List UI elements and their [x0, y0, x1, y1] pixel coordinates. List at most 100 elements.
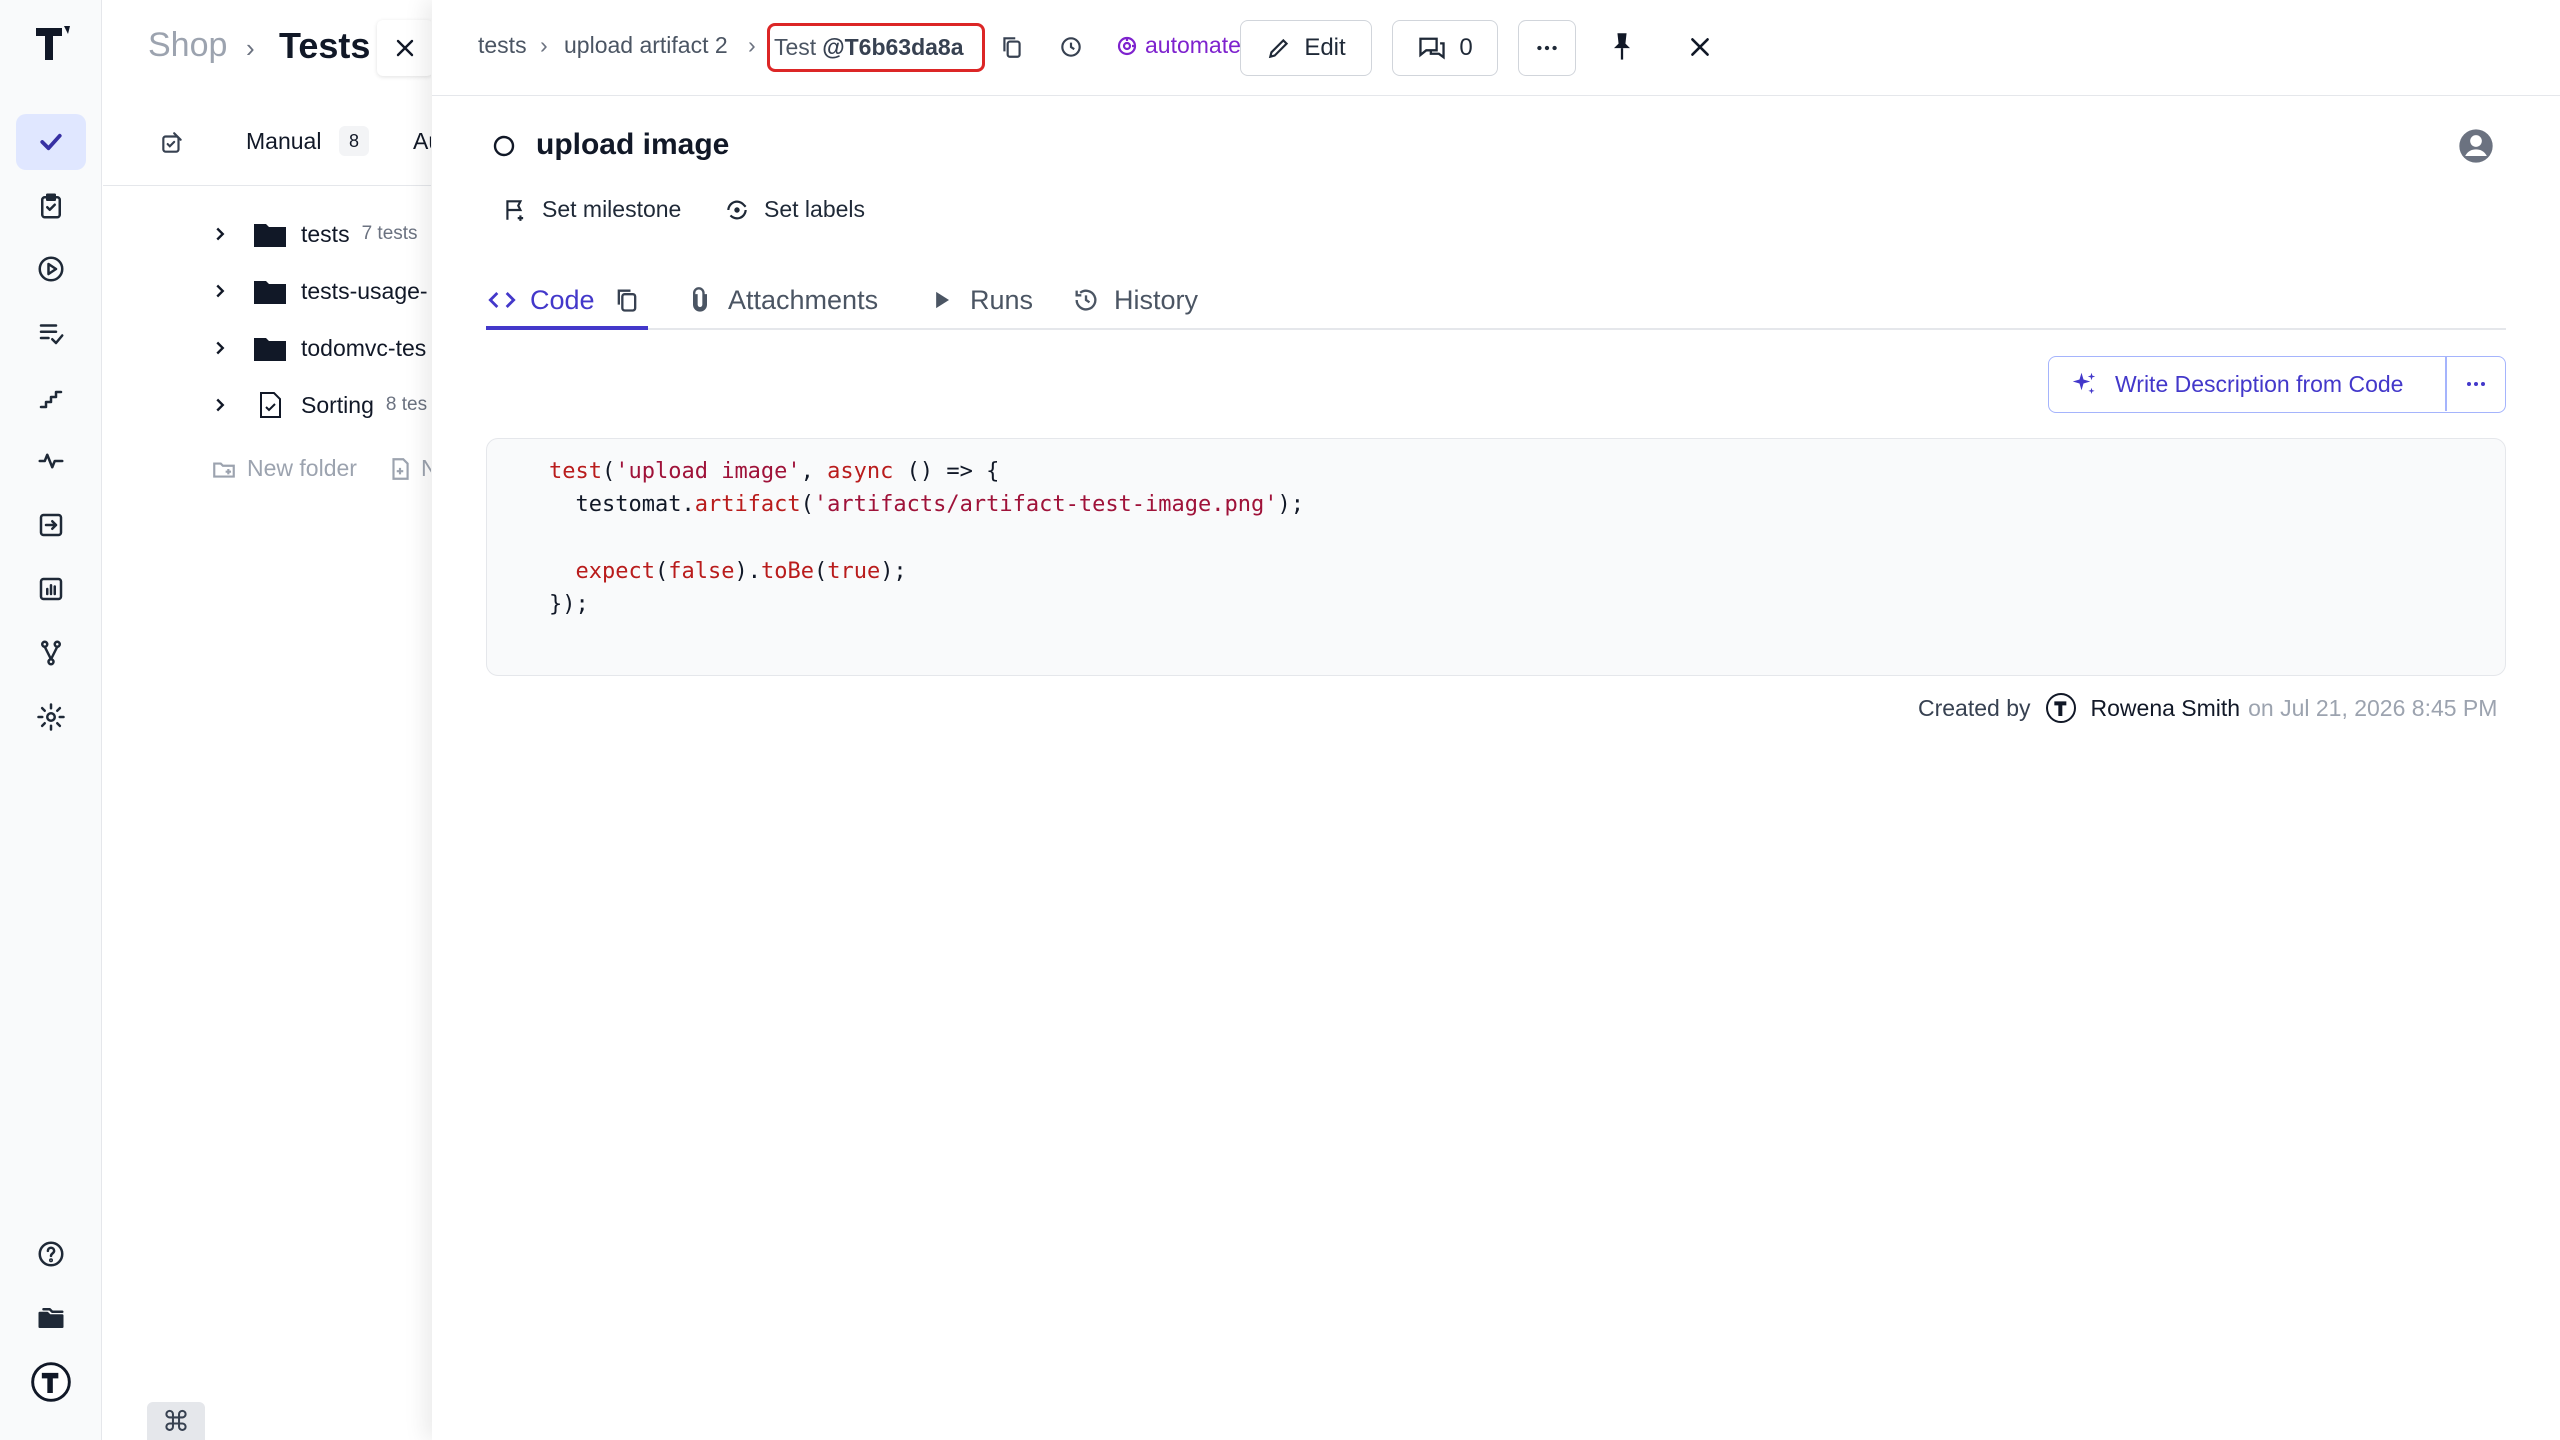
tests-nav-button[interactable]	[16, 114, 86, 170]
tab-attachments[interactable]: Attachments	[686, 270, 878, 330]
tab-history-label: History	[1114, 284, 1199, 315]
new-suite-label: N	[421, 455, 431, 481]
code-block[interactable]: test('upload image', async () => { testo…	[486, 438, 2506, 676]
ellipsis-icon	[2464, 372, 2488, 396]
milestone-icon	[506, 199, 524, 221]
tree-item-sorting[interactable]: Sorting 8 tes	[103, 377, 431, 433]
tab-runs[interactable]: Runs	[928, 270, 1033, 330]
play-circle-icon	[36, 254, 66, 284]
comments-button[interactable]: 0	[1392, 20, 1498, 76]
history-clock-icon[interactable]	[1058, 34, 1084, 60]
automated-label: automated	[1145, 32, 1254, 58]
projects-button[interactable]	[16, 1290, 86, 1346]
breadcrumb-separator: ›	[540, 32, 548, 58]
app-logo[interactable]	[32, 22, 72, 66]
gear-icon	[36, 702, 66, 732]
close-panel-button[interactable]	[377, 20, 431, 76]
tab-code-label: Code	[530, 284, 595, 315]
tab-automated[interactable]: Au	[413, 128, 431, 155]
tests-panel: Shop › Tests Manual 8 Au tests 7 tests t…	[103, 0, 431, 1440]
copy-id-icon[interactable]	[999, 34, 1025, 60]
steps-nav-button[interactable]	[16, 369, 86, 425]
test-id[interactable]: @T6b63da8a	[822, 34, 963, 61]
tab-code[interactable]: Code	[488, 270, 641, 330]
write-description-split-button: Write Description from Code	[2048, 356, 2506, 413]
copy-code-icon[interactable]	[613, 286, 641, 314]
folder-icon	[254, 224, 286, 247]
check-icon	[36, 127, 66, 157]
folder-icon	[254, 338, 286, 361]
pin-icon[interactable]	[1608, 31, 1636, 63]
new-folder-button[interactable]: New folder	[211, 455, 357, 482]
test-detail-drawer: tests › upload artifact 2 › Test @T6b63d…	[432, 0, 2560, 1440]
section-title: Tests	[279, 25, 371, 66]
project-breadcrumb[interactable]: Shop	[148, 26, 227, 65]
author-name[interactable]: Rowena Smith	[2091, 695, 2241, 722]
help-button[interactable]	[16, 1226, 86, 1282]
pulse-nav-button[interactable]	[16, 433, 86, 489]
code-line-2: testomat.artifact('artifacts/artifact-te…	[549, 492, 1305, 517]
clipboard-check-icon	[36, 191, 66, 221]
tab-manual[interactable]: Manual	[246, 128, 321, 155]
close-drawer-icon[interactable]	[1687, 34, 1713, 60]
bulk-edit-icon[interactable]	[159, 130, 185, 156]
test-id-prefix: Test	[774, 34, 817, 60]
automation-icon	[1117, 36, 1137, 55]
set-labels-label: Set labels	[764, 196, 866, 222]
created-by-row: Created by Rowena Smith on Jul 21, 2026 …	[1918, 692, 2497, 724]
tree-item-tests[interactable]: tests 7 tests	[103, 206, 431, 262]
write-description-more-button[interactable]	[2447, 357, 2505, 411]
checklist-nav-button[interactable]	[16, 305, 86, 361]
code-line-1: test('upload image', async () => {	[549, 459, 1000, 484]
pencil-icon	[1269, 38, 1289, 59]
runs-nav-button[interactable]	[16, 241, 86, 297]
tree-item-count: 7 tests	[361, 223, 418, 244]
manual-count-badge: 8	[339, 126, 369, 156]
breadcrumb-tests[interactable]: tests	[478, 32, 527, 59]
label-icon	[727, 200, 747, 219]
account-button[interactable]	[16, 1354, 86, 1410]
comments-count: 0	[1459, 34, 1473, 61]
active-tab-indicator	[486, 326, 648, 330]
code-icon	[488, 292, 516, 308]
code-line-4: expect(false).toBe(true);	[575, 559, 907, 584]
edit-label: Edit	[1304, 34, 1346, 61]
branches-nav-button[interactable]	[16, 625, 86, 681]
tree-item-todomvc[interactable]: todomvc-tes	[103, 320, 431, 376]
status-circle-icon	[492, 134, 516, 158]
chevron-right-icon[interactable]	[209, 280, 231, 302]
settings-nav-button[interactable]	[16, 689, 86, 745]
assignee-avatar-icon[interactable]	[2456, 126, 2496, 166]
tree-item-label: todomvc-tes	[301, 334, 427, 361]
tab-history[interactable]: History	[1072, 270, 1198, 330]
branch-icon	[36, 638, 66, 668]
import-nav-button[interactable]	[16, 497, 86, 553]
pulse-icon	[36, 446, 66, 476]
edit-button[interactable]: Edit	[1240, 20, 1372, 76]
new-suite-button[interactable]: N	[387, 455, 431, 482]
chevron-right-icon[interactable]	[209, 394, 231, 416]
command-palette-button[interactable]: ⌘	[147, 1402, 205, 1440]
more-actions-button[interactable]	[1518, 20, 1576, 76]
created-by-label: Created by	[1918, 694, 2031, 721]
import-icon	[36, 510, 66, 540]
chevron-right-icon[interactable]	[209, 337, 231, 359]
code-line-5: });	[549, 592, 589, 617]
test-title[interactable]: upload image	[536, 128, 729, 162]
set-milestone-button[interactable]: Set milestone	[502, 196, 681, 223]
folder-icon	[254, 281, 286, 304]
steps-icon	[36, 382, 66, 412]
comments-icon	[1419, 37, 1446, 60]
write-description-button[interactable]: Write Description from Code	[2049, 357, 2445, 411]
breadcrumb-suite[interactable]: upload artifact 2	[564, 32, 728, 59]
chevron-right-icon[interactable]	[209, 223, 231, 245]
tree-item-tests-usage[interactable]: tests-usage-	[103, 263, 431, 319]
drawer-header: tests › upload artifact 2 › Test @T6b63d…	[432, 0, 2560, 96]
paperclip-icon	[693, 287, 707, 312]
suite-file-icon	[260, 392, 281, 418]
analytics-nav-button[interactable]	[16, 561, 86, 617]
created-on: on Jul 21, 2026 8:45 PM	[2248, 694, 2498, 721]
plans-nav-button[interactable]	[16, 178, 86, 234]
set-labels-button[interactable]: Set labels	[724, 196, 865, 223]
set-milestone-label: Set milestone	[542, 196, 682, 222]
